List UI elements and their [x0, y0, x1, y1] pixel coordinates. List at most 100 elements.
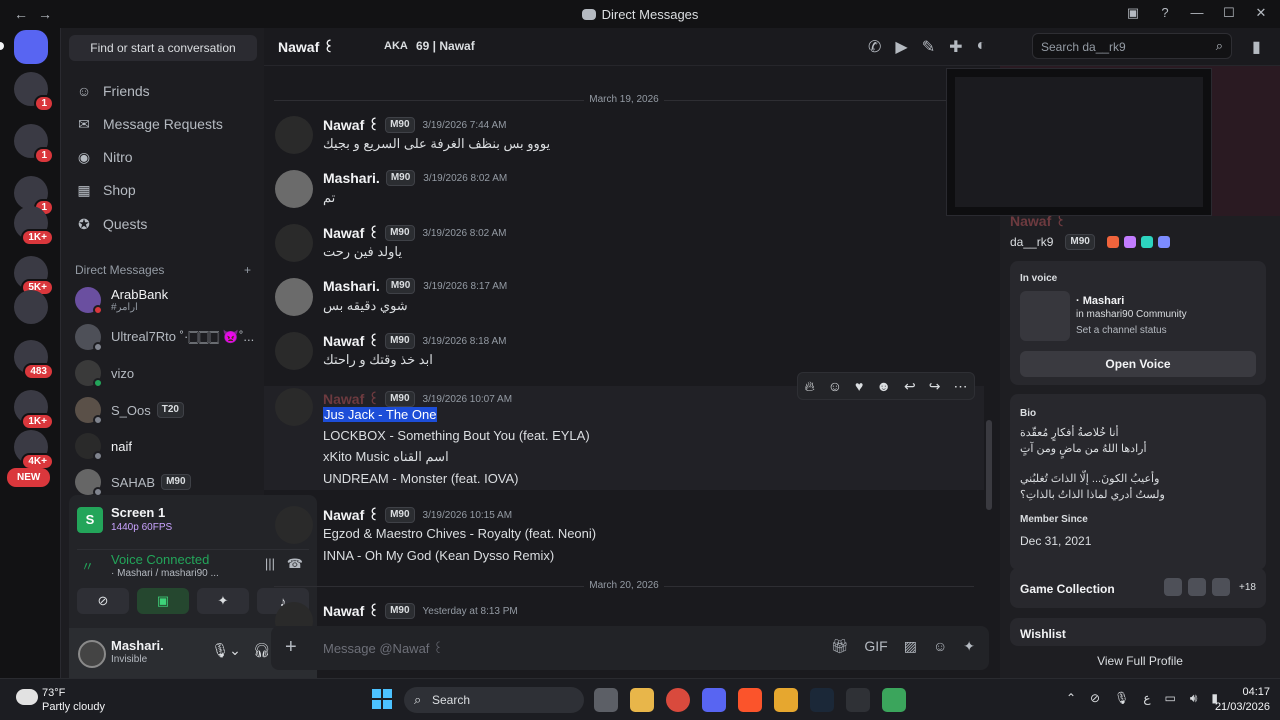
steam-icon[interactable] — [810, 688, 834, 712]
language-indicator[interactable]: ع — [1143, 691, 1150, 706]
file-explorer-icon[interactable] — [630, 688, 654, 712]
recipient-name[interactable]: Nawaf ꒰ — [278, 38, 334, 56]
message-author[interactable]: Nawaf ꒰ — [323, 116, 379, 134]
server-icon[interactable]: 1 — [14, 72, 54, 112]
message-input[interactable]: Message @Nawaf ꒰ — [323, 640, 443, 657]
game-icon[interactable] — [1212, 578, 1230, 596]
chrome-icon[interactable] — [666, 688, 690, 712]
help-icon[interactable]: ? — [1156, 5, 1174, 21]
more-icon[interactable]: ⋯ — [953, 378, 967, 395]
message[interactable]: Nawaf ꒰ M90 3/19/2026 7:44 AM يووو بس بنظف… — [264, 116, 984, 162]
message-author[interactable]: Nawaf ꒰ — [323, 390, 379, 408]
avatar[interactable] — [275, 506, 313, 544]
game-collection-card[interactable]: Game Collection +18 — [1010, 568, 1266, 608]
gif-icon[interactable]: GIF — [864, 638, 887, 655]
dm-item[interactable]: ArabBank #ارامر — [75, 283, 261, 317]
game-icon[interactable] — [1188, 578, 1206, 596]
close-button[interactable]: ✕ — [1252, 5, 1270, 21]
app-icon[interactable] — [882, 688, 906, 712]
avatar[interactable] — [275, 224, 313, 262]
voice-call-icon[interactable]: ✆ — [868, 37, 881, 57]
task-view-icon[interactable] — [594, 688, 618, 712]
nav-nitro[interactable]: ◉ Nitro — [71, 142, 257, 172]
dm-item[interactable]: S_Oos T20 — [75, 393, 261, 427]
app-icon[interactable] — [846, 688, 870, 712]
find-conversation-button[interactable]: Find or start a conversation — [69, 35, 257, 61]
message[interactable]: Nawaf ꒰ M90 3/19/2026 8:02 AM ياولد فين رح… — [264, 224, 984, 270]
scrollbar[interactable] — [986, 420, 992, 510]
message-author[interactable]: Nawaf ꒰ — [323, 506, 379, 524]
volume-icon[interactable]: 🔊︎ — [1190, 691, 1198, 706]
game-icon[interactable] — [1164, 578, 1182, 596]
microphone-icon[interactable]: 🎙︎ — [1114, 691, 1129, 706]
share-screen-button[interactable]: ▣ — [137, 588, 189, 614]
fire-reaction-icon[interactable]: 🔥︎ — [804, 378, 814, 395]
badge-icon[interactable] — [1123, 236, 1136, 248]
pin-icon[interactable]: ✎ — [922, 37, 935, 57]
search-input[interactable]: Search da__rk9 ⌕ — [1032, 33, 1232, 59]
set-status-link[interactable]: Set a channel status — [1076, 325, 1167, 336]
sticker-icon[interactable]: ▨ — [904, 638, 917, 655]
nav-message-requests[interactable]: ✉ Message Requests — [71, 109, 257, 139]
message-author[interactable]: Nawaf ꒰ — [323, 602, 379, 620]
user-profile-icon[interactable]: ◐ — [977, 37, 987, 57]
app-icon[interactable] — [774, 688, 798, 712]
server-icon[interactable]: 1 — [14, 176, 54, 216]
avatar[interactable] — [78, 640, 106, 668]
message-author[interactable]: Mashari. — [323, 278, 380, 294]
inbox-icon[interactable]: ▮ — [1252, 37, 1261, 57]
message[interactable]: Nawaf ꒰ M90 Yesterday at 8:13 PM — [264, 602, 984, 626]
badge-icon[interactable] — [1140, 236, 1153, 248]
badge-icon[interactable] — [1106, 236, 1119, 248]
minimize-button[interactable]: — — [1188, 5, 1206, 21]
gift-icon[interactable]: 🎁︎ — [831, 638, 849, 655]
dm-item[interactable]: Ultreal7Rto ˚·🀆🀆🀆 👿˚... — [75, 320, 261, 354]
avatar[interactable] — [275, 116, 313, 154]
avatar[interactable] — [275, 388, 313, 426]
server-folder[interactable]: 5K+ — [14, 256, 54, 296]
windows-start-icon[interactable] — [372, 689, 392, 709]
reply-icon[interactable]: ↩ — [904, 378, 916, 395]
maximize-button[interactable]: ☐ — [1220, 5, 1238, 21]
message-author[interactable]: Mashari. — [323, 170, 380, 186]
heart-reaction-icon[interactable]: ♥ — [855, 378, 863, 394]
wishlist-card[interactable]: Wishlist — [1010, 618, 1266, 646]
mutual-guilds[interactable]: 69 | Nawaf — [416, 39, 475, 53]
message-author[interactable]: Nawaf ꒰ — [323, 224, 379, 242]
message-author[interactable]: Nawaf ꒰ — [323, 332, 379, 350]
user-name[interactable]: Mashari. — [111, 638, 164, 653]
create-dm-icon[interactable]: + — [244, 263, 251, 277]
avatar[interactable] — [275, 602, 313, 626]
server-icon[interactable]: 1 — [14, 124, 54, 164]
badge-icon[interactable] — [1157, 236, 1170, 248]
view-full-profile-link[interactable]: View Full Profile — [1000, 654, 1280, 668]
camera-off-button[interactable]: ⊘ — [77, 588, 129, 614]
avatar[interactable] — [275, 170, 313, 208]
camera-off-icon[interactable]: ⊘ — [1090, 691, 1100, 706]
open-voice-button[interactable]: Open Voice — [1020, 351, 1256, 377]
nav-shop[interactable]: ▦ Shop — [71, 175, 257, 205]
server-folder[interactable] — [14, 290, 48, 324]
home-button[interactable] — [14, 30, 48, 64]
message[interactable]: Mashari. M90 3/19/2026 8:17 AM شوي دقيقه ب… — [264, 278, 984, 324]
add-reaction-icon[interactable]: ☻ — [876, 378, 891, 394]
message-composer[interactable]: + Message @Nawaf ꒰ 🎁︎ GIF ▨ ☺ ✦ — [271, 626, 989, 670]
nav-quests[interactable]: ✪ Quests — [71, 209, 257, 239]
new-unreads-pill[interactable]: NEW — [7, 468, 51, 487]
emoji-icon[interactable]: ☺ — [933, 638, 947, 655]
add-friends-icon[interactable]: ✚ — [949, 37, 962, 57]
video-call-icon[interactable]: ▶ — [895, 37, 907, 57]
stream-preview-thumbnail[interactable] — [946, 68, 1212, 216]
activities-button[interactable]: ✦ — [197, 588, 249, 614]
server-folder[interactable]: 483 — [14, 340, 54, 380]
dm-item[interactable]: SAHAB M90 — [75, 465, 261, 499]
message[interactable]: Nawaf ꒰ M90 3/19/2026 10:15 AM Egzod & Mae… — [264, 506, 984, 566]
server-icon[interactable]: 4K+ — [14, 430, 54, 470]
brave-icon[interactable] — [738, 688, 762, 712]
message-continuation[interactable]: LOCKBOX - Something Bout You (feat. EYLA… — [264, 428, 984, 508]
apps-icon[interactable]: ✦ — [963, 638, 975, 655]
message[interactable]: Mashari. M90 3/19/2026 8:02 AM تم — [264, 170, 984, 216]
avatar[interactable] — [275, 278, 313, 316]
attach-icon[interactable]: + — [285, 636, 297, 659]
face-reaction-icon[interactable]: ☺ — [828, 378, 842, 394]
